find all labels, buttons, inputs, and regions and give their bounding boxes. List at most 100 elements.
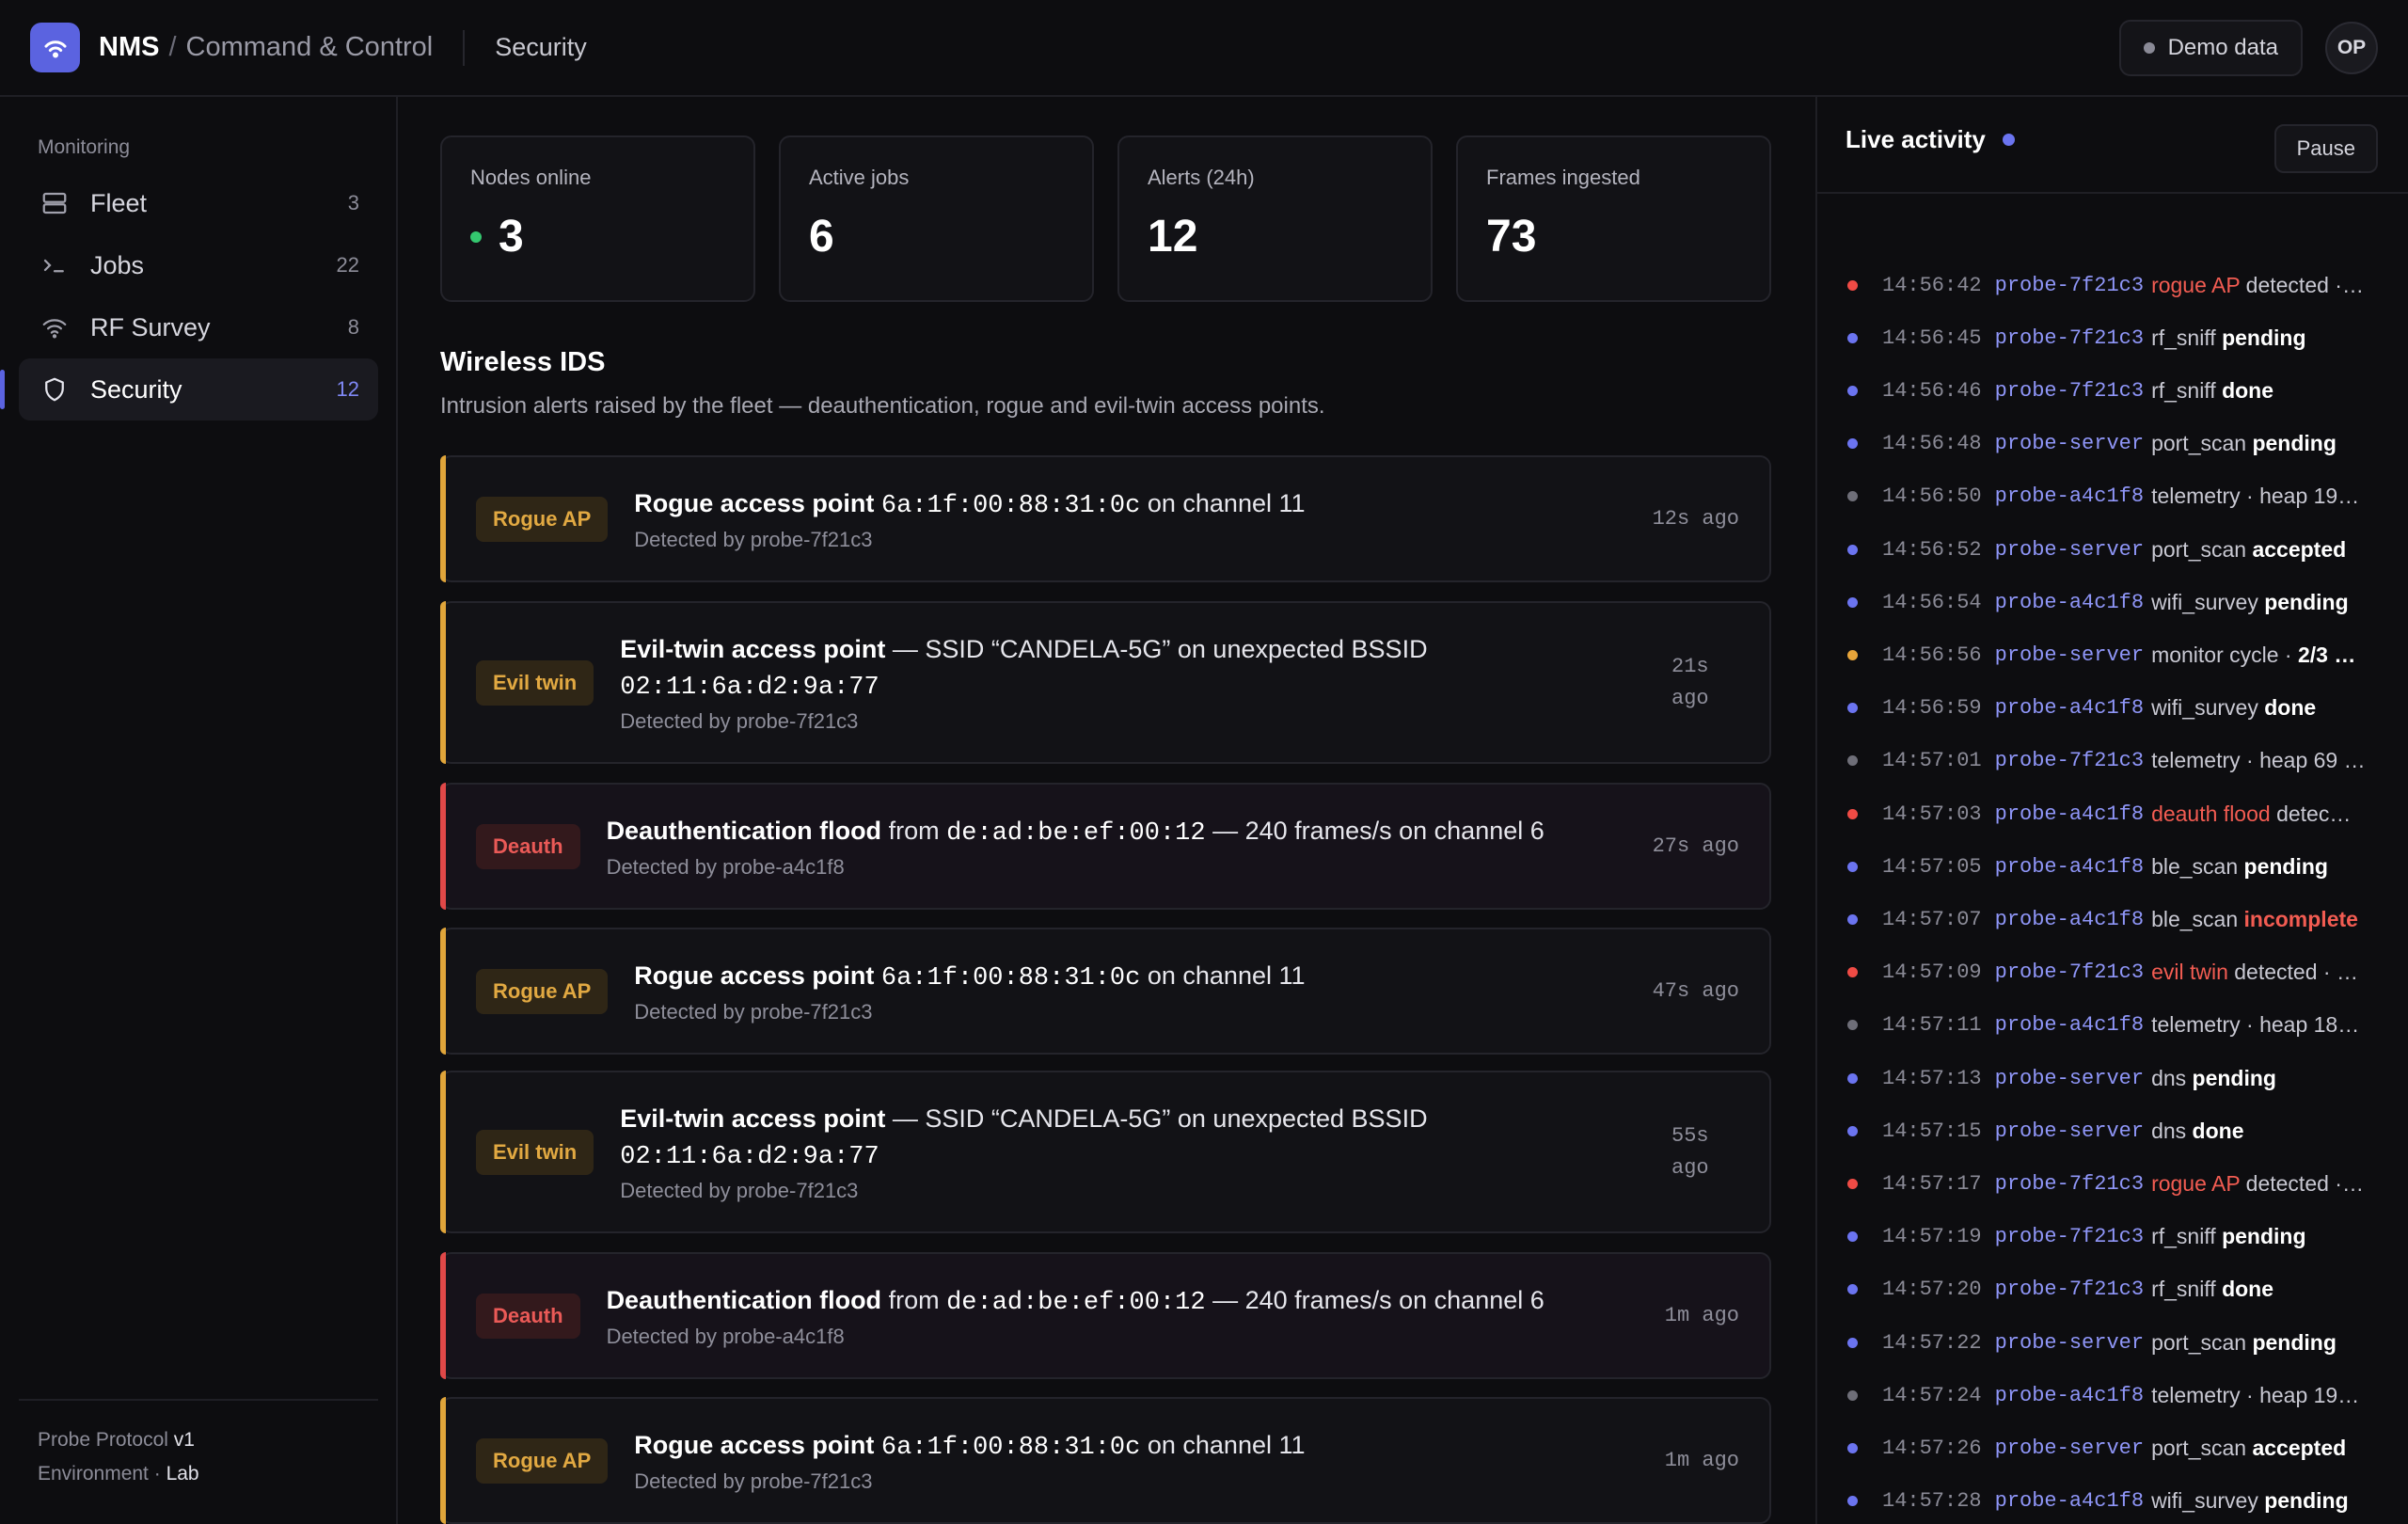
- activity-probe-id[interactable]: probe-7f21c3: [1995, 1225, 2144, 1248]
- activity-probe-id[interactable]: probe-server: [1995, 1067, 2144, 1090]
- activity-probe-id[interactable]: probe-7f21c3: [1995, 1172, 2144, 1196]
- activity-entry[interactable]: 14:57:17 probe-7f21c3 rogue AP detected ·…: [1847, 1165, 2402, 1202]
- activity-entry[interactable]: 14:57:15 probe-server dns done: [1847, 1112, 2402, 1150]
- panel-divider: [1817, 192, 2408, 194]
- activity-probe-id[interactable]: probe-a4c1f8: [1995, 1384, 2144, 1407]
- breadcrumb-section[interactable]: Command & Control: [186, 32, 434, 63]
- activity-entry[interactable]: 14:56:45 probe-7f21c3 rf_sniff pending: [1847, 319, 2402, 357]
- alert-card[interactable]: Evil twin Evil-twin access point — SSID …: [440, 601, 1771, 764]
- activity-entry[interactable]: 14:57:20 probe-7f21c3 rf_sniff done: [1847, 1271, 2402, 1309]
- activity-probe-id[interactable]: probe-server: [1995, 432, 2144, 455]
- activity-probe-id[interactable]: probe-server: [1995, 1331, 2144, 1355]
- activity-probe-id[interactable]: probe-7f21c3: [1995, 326, 2144, 350]
- demo-data-button[interactable]: Demo data: [2118, 19, 2303, 76]
- alert-card[interactable]: Deauth Deauthentication flood from de:ad…: [440, 783, 1771, 910]
- activity-message: rogue AP detected ·…: [2151, 1171, 2364, 1197]
- sidebar-item-security[interactable]: Security 12: [0, 358, 378, 421]
- activity-probe-id[interactable]: probe-a4c1f8: [1995, 908, 2144, 931]
- alert-type-badge: Rogue AP: [476, 496, 609, 542]
- alert-card[interactable]: Rogue AP Rogue access point 6a:1f:00:88:…: [440, 928, 1771, 1055]
- activity-entry[interactable]: 14:56:50 probe-a4c1f8 telemetry · heap 19…: [1847, 478, 2402, 516]
- activity-status-dot: [1847, 755, 1858, 767]
- activity-text: dns: [2151, 1118, 2187, 1143]
- activity-entry[interactable]: 14:56:59 probe-a4c1f8 wifi_survey done: [1847, 690, 2402, 727]
- activity-probe-id[interactable]: probe-7f21c3: [1995, 1278, 2144, 1301]
- shield-icon: [38, 373, 71, 406]
- activity-entry[interactable]: 14:57:05 probe-a4c1f8 ble_scan pending: [1847, 848, 2402, 885]
- alert-card[interactable]: Evil twin Evil-twin access point — SSID …: [440, 1071, 1771, 1233]
- app-name[interactable]: NMS: [99, 32, 159, 63]
- activity-entry[interactable]: 14:56:52 probe-server port_scan accepted: [1847, 531, 2402, 568]
- activity-message: dns done: [2151, 1119, 2243, 1144]
- alert-source: Detected by probe-7f21c3: [634, 528, 873, 551]
- activity-entry[interactable]: 14:57:24 probe-a4c1f8 telemetry · heap 19…: [1847, 1376, 2402, 1414]
- activity-probe-id[interactable]: probe-a4c1f8: [1995, 855, 2144, 879]
- activity-status: pending: [2222, 1224, 2306, 1249]
- activity-status: done: [2222, 1277, 2274, 1302]
- alert-card[interactable]: Rogue AP Rogue access point 6a:1f:00:88:…: [440, 455, 1771, 582]
- activity-text: ble_scan: [2151, 906, 2239, 931]
- activity-entry[interactable]: 14:57:13 probe-server dns pending: [1847, 1059, 2402, 1097]
- activity-entry[interactable]: 14:56:48 probe-server port_scan pending: [1847, 425, 2402, 463]
- activity-probe-id[interactable]: probe-server: [1995, 1119, 2144, 1143]
- activity-text: telemetry · heap 18…: [2151, 1012, 2360, 1038]
- activity-entry[interactable]: 14:56:46 probe-7f21c3 rf_sniff done: [1847, 372, 2402, 409]
- alert-type-badge: Deauth: [476, 1293, 580, 1339]
- activity-probe-id[interactable]: probe-server: [1995, 538, 2144, 562]
- user-avatar[interactable]: OP: [2325, 21, 2378, 74]
- app-logo[interactable]: [30, 23, 80, 72]
- activity-status-dot: [1847, 1284, 1858, 1295]
- sidebar-item-fleet[interactable]: Fleet 3: [19, 172, 378, 234]
- wifi-icon: [44, 40, 66, 57]
- activity-message: port_scan accepted: [2151, 1436, 2346, 1461]
- activity-message: telemetry · heap 18…: [2151, 1012, 2359, 1038]
- alert-detail: from: [888, 1286, 940, 1314]
- live-activity-title: Live activity: [1846, 125, 1986, 153]
- activity-entry[interactable]: 14:56:54 probe-a4c1f8 wifi_survey pending: [1847, 583, 2402, 621]
- activity-entry[interactable]: 14:57:19 probe-7f21c3 rf_sniff pending: [1847, 1218, 2402, 1256]
- alert-message: Rogue access point 6a:1f:00:88:31:0c on …: [634, 1427, 1664, 1466]
- alert-card[interactable]: Rogue AP Rogue access point 6a:1f:00:88:…: [440, 1397, 1771, 1524]
- activity-probe-id[interactable]: probe-7f21c3: [1995, 379, 2144, 403]
- activity-message: rf_sniff done: [2151, 378, 2273, 404]
- alert-title: Rogue access point: [634, 961, 875, 990]
- activity-time: 14:57:17: [1882, 1171, 1982, 1196]
- activity-entry[interactable]: 14:57:09 probe-7f21c3 evil twin detected ·…: [1847, 954, 2402, 992]
- activity-entry[interactable]: 14:57:07 probe-a4c1f8 ble_scan incomplete: [1847, 900, 2402, 938]
- sidebar-item-rf-survey[interactable]: RF Survey 8: [19, 296, 378, 358]
- activity-status-dot: [1847, 1125, 1858, 1136]
- activity-probe-id[interactable]: probe-7f21c3: [1995, 274, 2144, 297]
- activity-probe-id[interactable]: probe-a4c1f8: [1995, 802, 2144, 826]
- activity-entry[interactable]: 14:57:01 probe-7f21c3 telemetry · heap 69 …: [1847, 742, 2402, 780]
- activity-time: 14:57:26: [1882, 1436, 1982, 1460]
- activity-status-dot: [1847, 1389, 1858, 1401]
- activity-probe-id[interactable]: probe-server: [1995, 643, 2144, 667]
- activity-status-dot: [1847, 332, 1858, 343]
- activity-entry[interactable]: 14:56:56 probe-server monitor cycle · 2/3 …: [1847, 636, 2402, 674]
- alert-card[interactable]: Deauth Deauthentication flood from de:ad…: [440, 1252, 1771, 1379]
- breadcrumb-separator: /: [168, 32, 177, 62]
- activity-probe-id[interactable]: probe-a4c1f8: [1995, 591, 2144, 614]
- alert-message: Deauthentication flood from de:ad:be:ef:…: [607, 813, 1653, 851]
- activity-probe-id[interactable]: probe-7f21c3: [1995, 960, 2144, 984]
- activity-entry[interactable]: 14:57:11 probe-a4c1f8 telemetry · heap 18…: [1847, 1007, 2402, 1044]
- alert-type-badge: Rogue AP: [476, 1437, 609, 1484]
- activity-probe-id[interactable]: probe-a4c1f8: [1995, 1013, 2144, 1037]
- header-divider: [463, 29, 466, 66]
- activity-entry[interactable]: 14:57:28 probe-a4c1f8 wifi_survey pending: [1847, 1483, 2402, 1520]
- activity-probe-id[interactable]: probe-a4c1f8: [1995, 484, 2144, 508]
- activity-time: 14:57:13: [1882, 1066, 1982, 1090]
- activity-entry[interactable]: 14:57:03 probe-a4c1f8 deauth flood detec…: [1847, 795, 2402, 833]
- activity-probe-id[interactable]: probe-a4c1f8: [1995, 696, 2144, 720]
- activity-entry[interactable]: 14:57:26 probe-server port_scan accepted: [1847, 1429, 2402, 1467]
- activity-text: port_scan: [2151, 1435, 2247, 1460]
- activity-probe-id[interactable]: probe-7f21c3: [1995, 749, 2144, 772]
- sidebar-item-jobs[interactable]: Jobs 22: [19, 234, 378, 296]
- activity-probe-id[interactable]: probe-server: [1995, 1437, 2144, 1460]
- activity-entry[interactable]: 14:57:22 probe-server port_scan pending: [1847, 1324, 2402, 1361]
- activity-text: detected · …: [2234, 960, 2358, 985]
- activity-status-dot: [1847, 1442, 1858, 1453]
- activity-entry[interactable]: 14:56:42 probe-7f21c3 rogue AP detected ·…: [1847, 266, 2402, 304]
- activity-probe-id[interactable]: probe-a4c1f8: [1995, 1489, 2144, 1513]
- pause-button[interactable]: Pause: [2273, 124, 2378, 173]
